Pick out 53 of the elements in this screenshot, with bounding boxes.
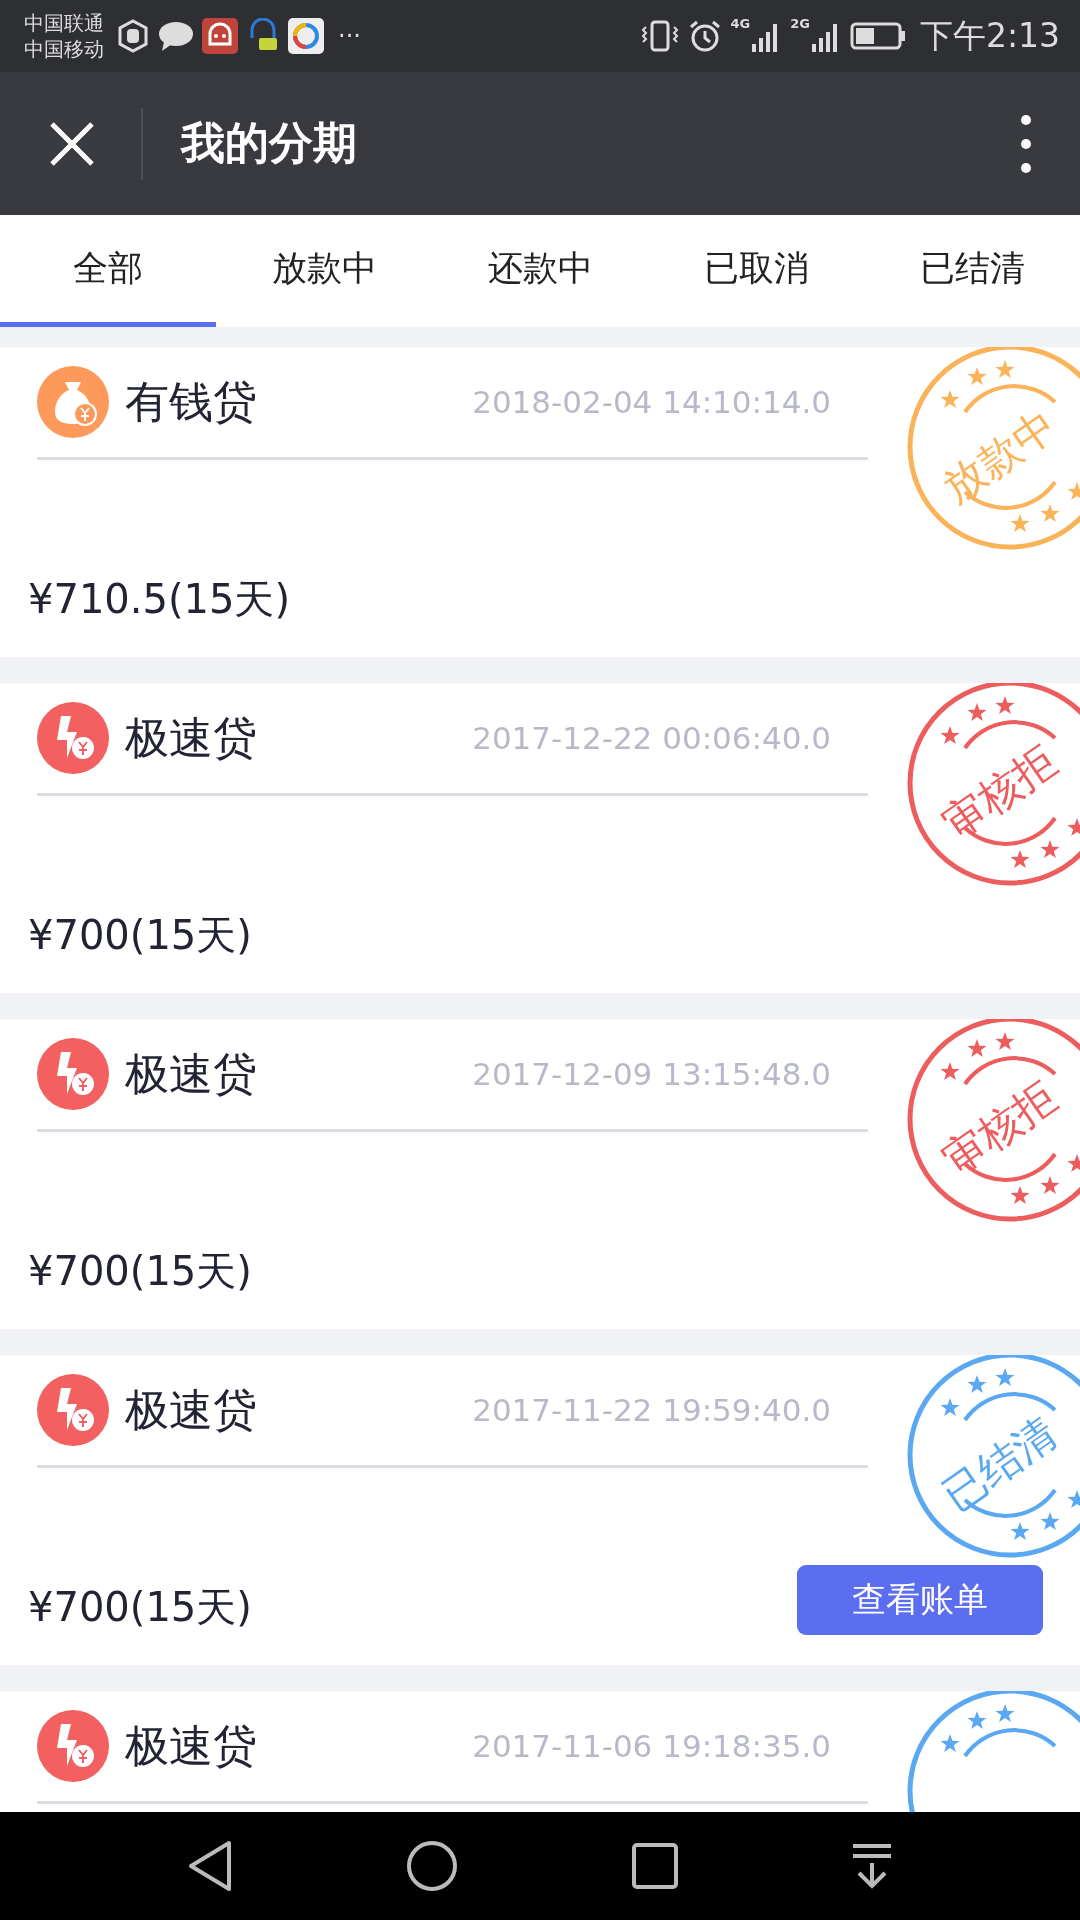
loan-card[interactable]: 极速贷 2017-11-06 19:18:35.0 (0, 1691, 1080, 1812)
home-icon[interactable] (406, 1840, 459, 1892)
filter-tab[interactable]: 已取消 (648, 215, 864, 327)
loan-amount: ¥700(15天) (28, 1583, 252, 1632)
lightning-yen-icon (37, 1038, 109, 1110)
clock-time: 下午2:13 (919, 14, 1060, 57)
more-menu-button[interactable] (1020, 113, 1032, 174)
loan-amount: ¥700(15天) (28, 1247, 252, 1296)
loan-name: 极速贷 (125, 1382, 258, 1437)
app-icon (202, 18, 238, 54)
filter-tab[interactable]: 放款中 (216, 215, 432, 327)
lightning-yen-icon (37, 702, 109, 774)
loan-date: 2018-02-04 14:10:14.0 (472, 384, 831, 420)
money-bag-icon (37, 366, 109, 438)
alarm-icon (688, 19, 723, 53)
filter-tab[interactable]: 已结清 (864, 215, 1080, 327)
loan-card[interactable]: 已结清 极速贷 2017-11-22 19:59:40.0 ¥700(15天) 查看账单 (0, 1355, 1080, 1665)
page-title: 我的分期 (181, 116, 358, 170)
network-type: 2G (790, 16, 810, 31)
filter-tab[interactable]: 还款中 (432, 215, 648, 327)
network-type: 4G (730, 16, 751, 31)
loan-name: 极速贷 (125, 1046, 258, 1101)
more-notifications: ··· (338, 22, 361, 50)
loan-card[interactable]: 放款中 有钱贷 2018-02-04 14:10:14.0 ¥710.5(15天) (0, 347, 1080, 657)
lightning-yen-icon (37, 1710, 109, 1782)
recent-apps-icon[interactable] (631, 1843, 678, 1889)
carrier-name: 中国移动 (24, 36, 104, 62)
loan-card[interactable]: 审核拒 极速贷 2017-12-09 13:15:48.0 ¥700(15天) (0, 1019, 1080, 1329)
loan-amount: ¥700(15天) (28, 911, 252, 960)
loan-card[interactable]: 审核拒 极速贷 2017-12-22 00:06:40.0 ¥700(15天) (0, 683, 1080, 993)
loan-name: 有钱贷 (125, 374, 258, 429)
status-stamp: 审核拒 (905, 683, 1080, 888)
battery-icon (849, 22, 906, 50)
loan-date: 2017-11-06 19:18:35.0 (472, 1728, 831, 1764)
status-stamp: 放款中 (905, 347, 1080, 552)
back-icon[interactable] (186, 1840, 233, 1892)
vibrate-icon (640, 19, 681, 53)
notification-pull-down-icon[interactable] (851, 1843, 894, 1889)
chat-bubble-icon (158, 20, 194, 52)
status-stamp: 已结清 (905, 1355, 1080, 1560)
app-icon (288, 18, 324, 54)
loan-amount: ¥710.5(15天) (28, 575, 291, 624)
status-stamp: 审核拒 (905, 1019, 1080, 1224)
loan-date: 2017-11-22 19:59:40.0 (472, 1392, 831, 1428)
lightning-yen-icon (37, 1374, 109, 1446)
view-bill-button[interactable]: 查看账单 (797, 1565, 1043, 1635)
loan-name: 极速贷 (125, 710, 258, 765)
loan-date: 2017-12-09 13:15:48.0 (472, 1056, 831, 1092)
loan-name: 极速贷 (125, 1718, 258, 1773)
loan-date: 2017-12-22 00:06:40.0 (472, 720, 831, 756)
close-button[interactable] (48, 119, 96, 168)
filter-tab[interactable]: 全部 (0, 215, 216, 327)
carrier-name: 中国联通 (24, 10, 104, 36)
